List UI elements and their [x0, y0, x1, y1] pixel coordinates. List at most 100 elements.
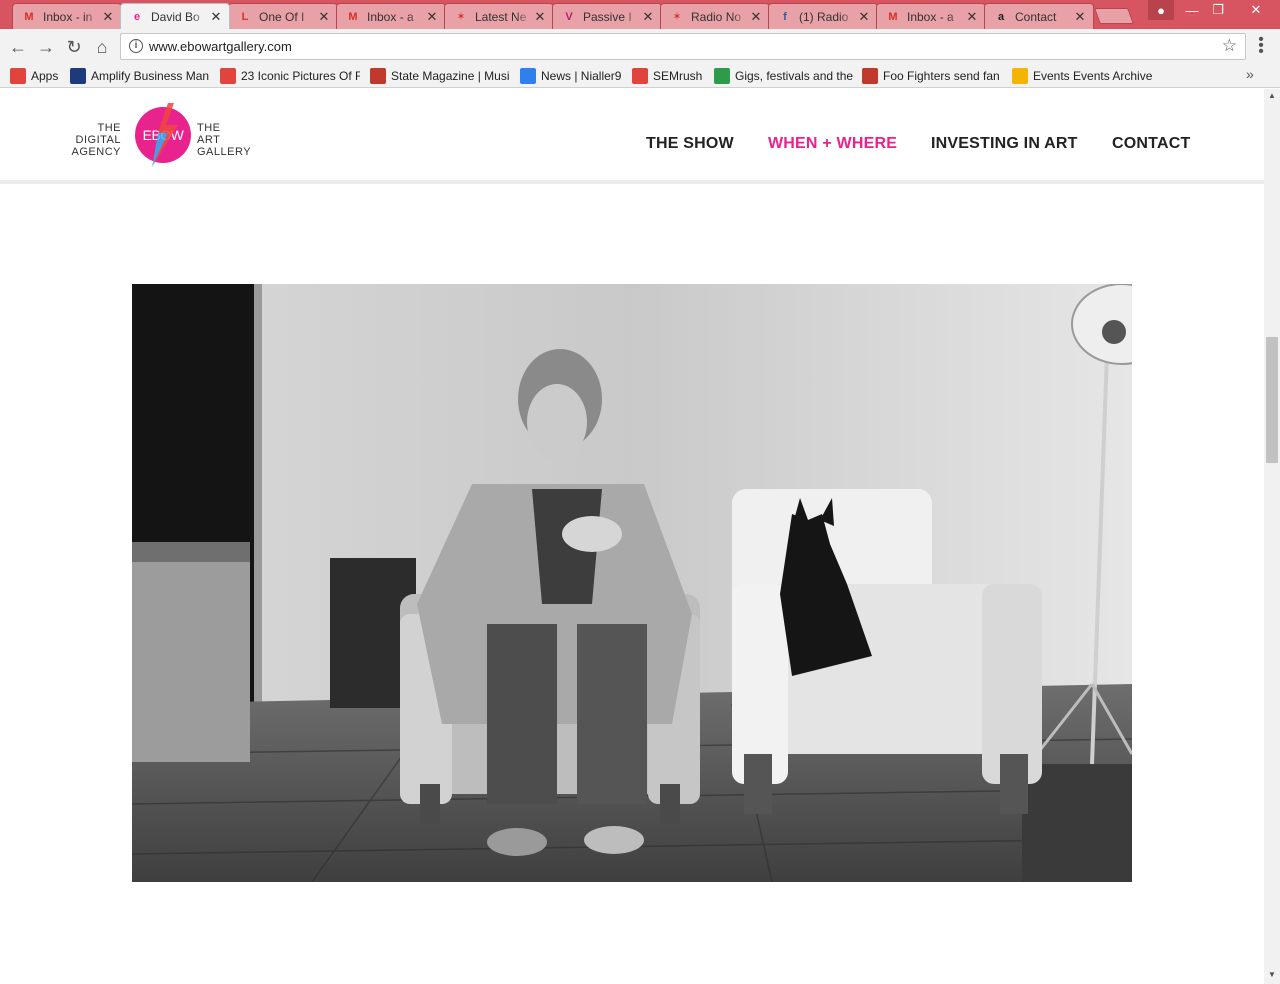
- star-icon: ✶: [456, 11, 466, 23]
- bookmark-label: 23 Iconic Pictures Of F: [241, 69, 360, 83]
- reload-icon[interactable]: ↻: [62, 35, 86, 59]
- minimize-icon[interactable]: —: [1178, 0, 1206, 20]
- browser-tab[interactable]: V Passive I ✕: [552, 3, 662, 29]
- tab-title: Radio No: [691, 9, 742, 24]
- bookmark-label: SEMrush: [653, 69, 703, 83]
- close-tab-icon[interactable]: ✕: [641, 9, 655, 25]
- bookmark-star-icon[interactable]: ☆: [1222, 36, 1237, 56]
- tab-title: David Bo: [151, 9, 200, 24]
- state-icon: [370, 68, 386, 84]
- gmail-icon: M: [348, 10, 358, 23]
- facebook-icon: f: [783, 10, 787, 23]
- bookmark-label: Amplify Business Man: [91, 69, 210, 83]
- tab-title: Passive I: [583, 9, 632, 24]
- star-icon: ✶: [672, 11, 682, 23]
- new-tab-button[interactable]: [1094, 8, 1134, 24]
- tab-title: Inbox - a: [367, 9, 414, 24]
- more-bookmarks-icon[interactable]: »: [1246, 66, 1254, 82]
- browser-tab[interactable]: ✶ Radio No ✕: [660, 3, 770, 29]
- close-tab-icon[interactable]: ✕: [209, 9, 223, 25]
- amplify-icon: [70, 68, 86, 84]
- v-icon: V: [565, 10, 573, 23]
- events-icon: [1012, 68, 1028, 84]
- site-logo[interactable]: THE DIGITAL AGENCY EBOW THE ART GALLERY: [72, 103, 258, 169]
- bookmark-item[interactable]: State Magazine | Musi: [370, 67, 510, 85]
- harp-icon: [714, 68, 730, 84]
- site-info-icon[interactable]: i: [129, 39, 143, 53]
- logo-text: THE: [97, 122, 121, 134]
- bookmarks-bar: Apps Amplify Business Man 23 Iconic Pictur…: [0, 64, 1280, 88]
- scroll-down-icon[interactable]: ▼: [1264, 970, 1280, 982]
- close-tab-icon[interactable]: ✕: [965, 9, 979, 25]
- browser-tab[interactable]: L One Of I ✕: [228, 3, 338, 29]
- close-window-icon[interactable]: ✕: [1236, 0, 1276, 20]
- letter-l-icon: L: [241, 10, 249, 23]
- back-icon[interactable]: ←: [6, 35, 30, 59]
- browser-tab[interactable]: ✶ Latest Ne ✕: [444, 3, 554, 29]
- tab-title: One Of I: [259, 9, 305, 24]
- bookmark-item[interactable]: Events Events Archive: [1012, 67, 1162, 85]
- logo-text: GALLERY: [197, 146, 252, 158]
- nav-investing-in-art[interactable]: INVESTING IN ART: [931, 135, 1078, 153]
- site-header: THE DIGITAL AGENCY EBOW THE ART GALLERY …: [0, 89, 1264, 184]
- scrollbar-thumb[interactable]: [1266, 337, 1278, 463]
- close-tab-icon[interactable]: ✕: [317, 9, 331, 25]
- tab-title: Inbox - a: [907, 9, 954, 24]
- close-tab-icon[interactable]: ✕: [533, 9, 547, 25]
- bookmark-item[interactable]: Apps: [10, 67, 62, 85]
- browser-toolbar: ← → ↻ ⌂ i www.ebowartgallery.com ☆ • • •: [0, 29, 1280, 64]
- scroll-up-icon[interactable]: ▲: [1264, 91, 1280, 103]
- bookmark-item[interactable]: Amplify Business Man: [70, 67, 210, 85]
- close-tab-icon[interactable]: ✕: [101, 9, 115, 25]
- home-icon[interactable]: ⌂: [90, 35, 114, 59]
- bookmark-item[interactable]: Gigs, festivals and the: [714, 67, 854, 85]
- close-tab-icon[interactable]: ✕: [1073, 9, 1087, 25]
- semrush-icon: [632, 68, 648, 84]
- forward-icon[interactable]: →: [34, 35, 58, 59]
- gmail-icon: M: [888, 10, 898, 23]
- close-tab-icon[interactable]: ✕: [857, 9, 871, 25]
- bookmark-label: Gigs, festivals and the: [735, 69, 854, 83]
- circle-icon: [520, 68, 536, 84]
- tab-title: Latest Ne: [475, 9, 527, 24]
- browser-tab[interactable]: M Inbox - a ✕: [876, 3, 986, 29]
- restore-icon[interactable]: ❐: [1204, 0, 1232, 20]
- browser-tab[interactable]: M Inbox - a ✕: [336, 3, 446, 29]
- ri-icon: [862, 68, 878, 84]
- browser-tab[interactable]: e David Bo ✕: [120, 3, 230, 29]
- logo-text: AGENCY: [71, 146, 121, 158]
- bookmark-label: Apps: [31, 69, 59, 83]
- nav-the-show[interactable]: THE SHOW: [646, 135, 734, 153]
- page-viewport: THE DIGITAL AGENCY EBOW THE ART GALLERY …: [0, 89, 1264, 984]
- lightning-bolt-icon: [152, 103, 178, 167]
- bookmark-label: State Magazine | Musi: [391, 69, 510, 83]
- browser-tab-strip: M Inbox - in ✕ e David Bo ✕ L One Of I ✕ M Inbox -…: [0, 0, 1280, 29]
- gallery-photograph: [132, 284, 1132, 882]
- close-tab-icon[interactable]: ✕: [749, 9, 763, 25]
- browser-tab[interactable]: a Contact ✕: [984, 3, 1094, 29]
- bookmark-item[interactable]: SEMrush: [632, 67, 706, 85]
- browser-menu-icon[interactable]: • • •: [1254, 32, 1268, 60]
- address-url[interactable]: www.ebowartgallery.com: [149, 39, 292, 54]
- nav-when-where[interactable]: WHEN + WHERE: [768, 135, 897, 153]
- bookmark-item[interactable]: 23 Iconic Pictures Of F: [220, 67, 360, 85]
- bookmark-item[interactable]: News | Nialler9: [520, 67, 624, 85]
- nav-contact[interactable]: CONTACT: [1112, 135, 1190, 153]
- bookmark-item[interactable]: Foo Fighters send fan: [862, 67, 1002, 85]
- logo-text: ART: [197, 134, 221, 146]
- bookmark-label: Events Events Archive: [1033, 69, 1153, 83]
- browser-tab[interactable]: f (1) Radio ✕: [768, 3, 878, 29]
- apps-grid-icon: [10, 68, 26, 84]
- logo-text: DIGITAL: [75, 134, 121, 146]
- trend-icon: [220, 68, 236, 84]
- page-scrollbar[interactable]: ▲ ▼: [1264, 89, 1280, 984]
- browser-tab[interactable]: M Inbox - in ✕: [12, 3, 122, 29]
- gmail-icon: M: [24, 10, 34, 23]
- address-bar[interactable]: i www.ebowartgallery.com ☆: [120, 33, 1246, 60]
- profile-icon[interactable]: ●: [1148, 0, 1174, 20]
- logo-text: THE: [197, 122, 221, 134]
- close-tab-icon[interactable]: ✕: [425, 9, 439, 25]
- bookmark-label: Foo Fighters send fan: [883, 69, 1000, 83]
- tab-title: Inbox - in: [43, 9, 93, 24]
- tab-title: (1) Radio: [799, 9, 849, 24]
